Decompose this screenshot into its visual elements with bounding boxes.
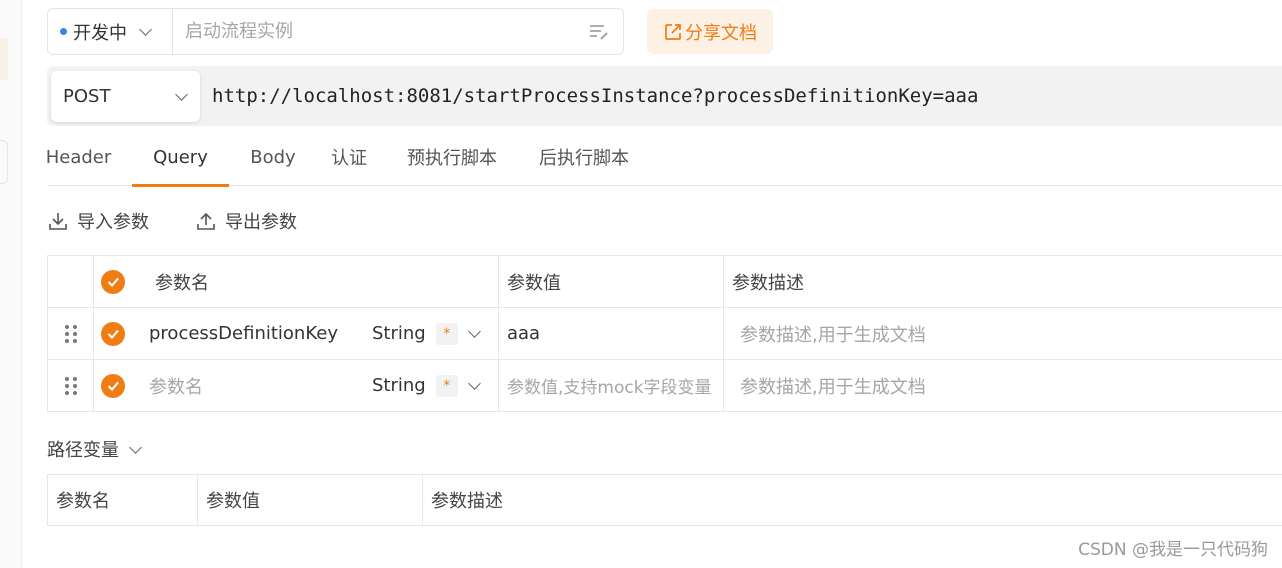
path-variables-table: 参数名 参数值 参数描述 <box>47 474 1282 526</box>
row-checkbox[interactable] <box>101 321 125 346</box>
type-select[interactable]: String * <box>372 360 481 411</box>
name-column-header: 参数名 <box>94 256 499 307</box>
status-dot-icon <box>60 28 67 35</box>
status-label: 开发中 <box>73 22 127 44</box>
table-row: processDefinitionKey String * aaa 参数描述,用… <box>48 308 1282 360</box>
chevron-down-icon <box>467 325 481 338</box>
param-name-input[interactable]: 参数名 <box>149 373 203 399</box>
import-params-label: 导入参数 <box>77 212 149 233</box>
upload-icon <box>197 212 215 230</box>
param-value-input[interactable]: aaa <box>507 323 540 344</box>
sidebar-edge-handle[interactable] <box>0 140 8 184</box>
path-name-header: 参数名 <box>48 475 198 525</box>
drag-cell <box>48 360 94 411</box>
select-all-checkbox[interactable] <box>101 269 125 294</box>
path-description-header: 参数描述 <box>431 491 503 512</box>
table-row: 参数名 String * 参数值,支持mock字段变量 参数描述,用于生成文档 <box>48 360 1282 412</box>
type-label: String <box>372 323 426 344</box>
param-actions: 导入参数 导出参数 <box>47 205 297 237</box>
export-params-label: 导出参数 <box>225 212 297 233</box>
left-sidebar-edge <box>0 0 22 568</box>
value-cell[interactable]: aaa <box>499 308 724 359</box>
tab-query[interactable]: Query <box>132 128 229 187</box>
method-select[interactable]: POST <box>51 70 200 122</box>
api-name-input[interactable] <box>173 9 587 54</box>
param-value-input[interactable]: 参数值,支持mock字段变量 <box>507 373 712 398</box>
description-cell[interactable]: 参数描述,用于生成文档 <box>724 308 1282 359</box>
request-tabs: Header Query Body 认证 预执行脚本 后执行脚本 <box>46 128 1282 187</box>
drag-handle-icon[interactable] <box>64 376 77 395</box>
type-select[interactable]: String * <box>372 308 481 359</box>
method-label: POST <box>63 85 111 107</box>
name-cell: 参数名 String * <box>94 360 499 411</box>
path-value-header: 参数值 <box>198 475 423 525</box>
check-icon <box>107 381 119 391</box>
chevron-down-icon <box>139 23 152 36</box>
description-column-header: 参数描述 <box>724 256 1282 307</box>
description-header-label: 参数描述 <box>732 272 804 294</box>
query-params-table: 参数名 参数值 参数描述 processDefinitionKey String… <box>47 255 1282 412</box>
request-url-bar: POST <box>47 66 1282 126</box>
tab-body[interactable]: Body <box>243 128 303 186</box>
drag-column-header <box>48 256 94 307</box>
list-edit-icon[interactable] <box>587 20 611 44</box>
drag-handle-icon[interactable] <box>64 324 77 343</box>
param-name-input[interactable]: processDefinitionKey <box>149 323 338 344</box>
check-icon <box>107 277 119 287</box>
export-params-button[interactable]: 导出参数 <box>195 208 297 234</box>
import-params-button[interactable]: 导入参数 <box>47 208 149 234</box>
tab-pre-script[interactable]: 预执行脚本 <box>399 128 505 186</box>
param-description-input[interactable]: 参数描述,用于生成文档 <box>740 321 926 347</box>
name-cell: processDefinitionKey String * <box>94 308 499 359</box>
url-input[interactable] <box>212 66 1282 126</box>
download-icon <box>49 213 67 230</box>
tab-auth[interactable]: 认证 <box>323 128 375 186</box>
path-variables-title: 路径变量 <box>47 440 119 461</box>
chevron-down-icon <box>175 87 188 101</box>
watermark: CSDN @我是一只代码狗 <box>1078 540 1268 560</box>
tab-header[interactable]: Header <box>46 128 112 186</box>
description-cell[interactable]: 参数描述,用于生成文档 <box>724 360 1282 411</box>
status-select[interactable]: 开发中 <box>48 9 173 54</box>
share-doc-label: 分享文档 <box>685 22 757 44</box>
name-header-label: 参数名 <box>155 272 209 294</box>
chevron-down-icon <box>129 440 142 454</box>
sidebar-edge-tab <box>0 38 8 80</box>
value-header-label: 参数值 <box>507 272 561 294</box>
chevron-down-icon <box>467 377 481 390</box>
required-toggle[interactable]: * <box>435 322 458 345</box>
table-header-row: 参数名 参数值 参数描述 <box>48 256 1282 308</box>
tab-post-script[interactable]: 后执行脚本 <box>531 128 637 186</box>
external-link-icon <box>665 23 681 40</box>
check-icon <box>107 329 119 339</box>
value-column-header: 参数值 <box>499 256 724 307</box>
path-variables-toggle[interactable]: 路径变量 <box>47 436 142 462</box>
row-checkbox[interactable] <box>101 373 125 398</box>
value-cell[interactable]: 参数值,支持mock字段变量 <box>499 360 724 411</box>
share-doc-button[interactable]: 分享文档 <box>647 9 773 54</box>
drag-cell <box>48 308 94 359</box>
required-toggle[interactable]: * <box>435 374 458 397</box>
param-description-input[interactable]: 参数描述,用于生成文档 <box>740 373 926 399</box>
api-name-bar: 开发中 <box>47 8 624 55</box>
type-label: String <box>372 375 426 396</box>
